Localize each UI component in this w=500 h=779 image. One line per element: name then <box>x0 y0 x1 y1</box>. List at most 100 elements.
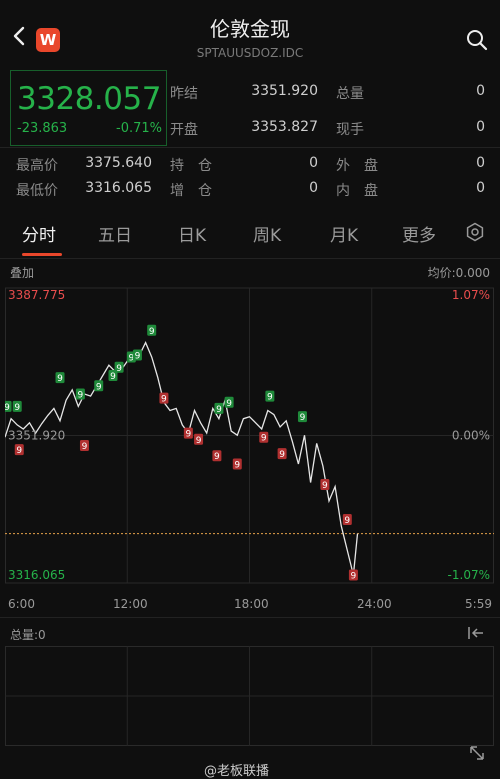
tab-weekly-k[interactable]: 周K <box>253 221 281 246</box>
signal-marker-label: 9 <box>261 434 267 444</box>
open-interest-value: 0 <box>309 155 318 171</box>
y-axis-mid-right-label: 0.00% <box>452 429 490 443</box>
oi-change-value: 0 <box>309 180 318 196</box>
signal-marker-label: 9 <box>110 372 116 382</box>
divider <box>0 617 500 618</box>
volume-chart <box>5 646 494 746</box>
x-tick-label: 12:00 <box>113 597 148 611</box>
header-bar: W 伦敦金现 SPTAUUSDOZ.IDC <box>0 0 500 68</box>
signal-marker: 9 <box>79 439 89 452</box>
period-tabs: 分时 五日 日K 周K 月K 更多 <box>0 208 500 256</box>
signal-marker-label: 9 <box>161 395 167 405</box>
watermark: @老板联播 <box>204 764 270 779</box>
signal-marker-label: 9 <box>322 481 328 491</box>
high-value: 3375.640 <box>85 155 152 171</box>
signal-marker: 9 <box>55 372 65 384</box>
prev-settle-label: 昨结 <box>170 86 198 102</box>
open-interest-label: 持 仓 <box>170 158 212 174</box>
x-tick-label: 24:00 <box>357 597 392 611</box>
divider <box>0 258 500 259</box>
outer-volume-value: 0 <box>476 155 485 171</box>
signal-marker: 9 <box>94 380 104 392</box>
active-tab-indicator <box>22 253 62 256</box>
signal-marker: 9 <box>194 433 204 446</box>
overlay-button[interactable]: 叠加 <box>10 264 34 281</box>
signal-marker: 9 <box>159 392 169 405</box>
signal-marker-label: 9 <box>116 364 122 374</box>
signal-marker-label: 9 <box>57 374 63 384</box>
y-axis-top-left-label: 3387.775 <box>8 288 65 302</box>
signal-marker: 9 <box>183 427 193 440</box>
price-panel: 3328.057 -23.863 -0.71% <box>10 70 167 146</box>
divider <box>0 147 500 148</box>
symbol-code: SPTAUUSDOZ.IDC <box>196 46 304 60</box>
signal-marker: 9 <box>14 444 24 456</box>
collapse-left-icon[interactable] <box>466 624 486 642</box>
x-tick-label: 18:00 <box>234 597 269 611</box>
tab-monthly-k[interactable]: 月K <box>330 221 358 246</box>
signal-marker-label: 9 <box>5 403 10 413</box>
y-axis-bottom-right-label: -1.07% <box>448 568 490 582</box>
signal-marker: 9 <box>342 514 352 526</box>
signal-marker: 9 <box>224 396 234 409</box>
inner-volume-value: 0 <box>476 180 485 196</box>
avg-price-label: 均价:0.000 <box>427 266 490 280</box>
signal-marker: 9 <box>320 479 330 491</box>
signal-marker-label: 9 <box>214 452 220 462</box>
tab-five-day[interactable]: 五日 <box>98 221 132 246</box>
inner-volume-label: 内 盘 <box>336 183 378 199</box>
total-volume-label: 总量 <box>336 86 364 102</box>
signal-marker-label: 9 <box>186 430 192 440</box>
volume-label: 总量:0 <box>10 628 46 642</box>
signal-marker-label: 9 <box>135 351 141 361</box>
high-label: 最高价 <box>16 158 58 174</box>
signal-marker: 9 <box>348 569 358 582</box>
x-tick-label: 5:59 <box>465 597 492 611</box>
signal-marker-label: 9 <box>234 460 240 470</box>
signal-marker-label: 9 <box>96 382 102 392</box>
signal-marker-label: 9 <box>16 446 22 456</box>
settings-icon[interactable] <box>465 222 485 242</box>
signal-marker-label: 9 <box>351 572 357 582</box>
y-axis-top-right-label: 1.07% <box>452 288 490 302</box>
oi-change-label: 增 仓 <box>170 183 212 199</box>
low-label: 最低价 <box>16 183 58 199</box>
prev-settle-value: 3351.920 <box>251 83 318 99</box>
page-title: 伦敦金现 <box>210 17 290 41</box>
signal-marker: 9 <box>5 400 12 413</box>
signal-marker: 9 <box>277 448 287 460</box>
tab-daily-k[interactable]: 日K <box>178 221 206 246</box>
y-axis-bottom-left-label: 3316.065 <box>8 568 65 582</box>
current-hand-value: 0 <box>476 119 485 135</box>
signal-marker: 9 <box>297 411 307 423</box>
signal-marker: 9 <box>212 450 222 462</box>
x-tick-label: 6:00 <box>8 597 35 611</box>
signal-marker-label: 9 <box>216 405 222 415</box>
tab-intraday[interactable]: 分时 <box>22 221 56 246</box>
signal-marker: 9 <box>232 458 242 470</box>
signal-marker: 9 <box>259 431 269 444</box>
y-axis-mid-left-label: 3351.920 <box>8 429 65 443</box>
signal-marker: 9 <box>132 349 142 361</box>
signal-marker-label: 9 <box>196 436 202 446</box>
intraday-chart[interactable]: 9 9999999 9999999 999999999993387.775 1.07%3… <box>5 283 494 593</box>
tab-more[interactable]: 更多 <box>402 221 436 246</box>
signal-marker-label: 9 <box>149 327 155 337</box>
expand-icon[interactable] <box>468 744 486 762</box>
signal-marker-label: 9 <box>78 391 84 401</box>
signal-marker: 9 <box>214 402 224 415</box>
open-value: 3353.827 <box>251 119 318 135</box>
search-icon[interactable] <box>466 29 488 51</box>
price-change-percent: -0.71% <box>116 121 162 136</box>
last-price: 3328.057 <box>17 81 161 117</box>
signal-marker-label: 9 <box>267 393 273 403</box>
open-label: 开盘 <box>170 122 198 138</box>
signal-marker-label: 9 <box>82 442 88 452</box>
signal-marker: 9 <box>265 390 275 403</box>
signal-marker-label: 9 <box>300 413 306 423</box>
current-hand-label: 现手 <box>336 122 364 138</box>
signal-marker-label: 9 <box>14 403 20 413</box>
signal-marker-label: 9 <box>344 516 350 526</box>
total-volume-value: 0 <box>476 83 485 99</box>
signal-marker: 9 <box>12 400 22 413</box>
